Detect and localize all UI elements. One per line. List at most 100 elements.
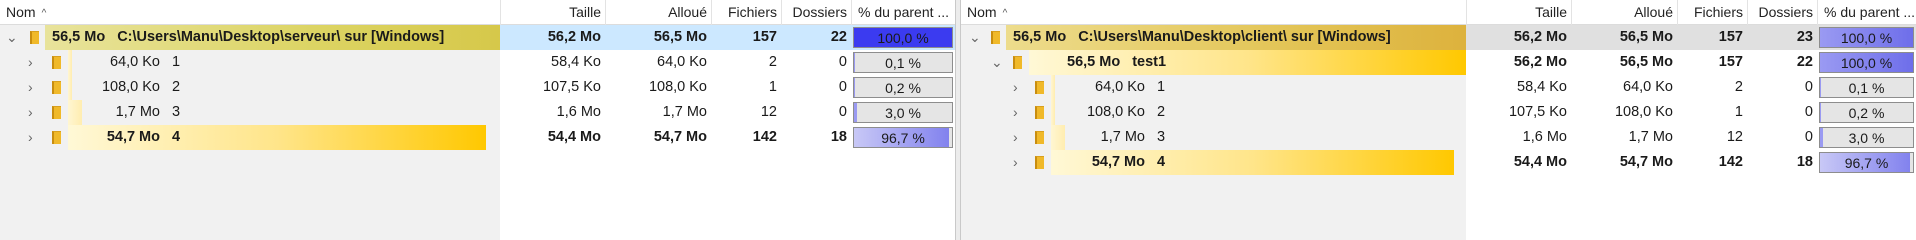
folder-icon <box>1035 131 1044 144</box>
pct-bar-fill <box>854 103 857 122</box>
tree-row-label: 54,7 Mo 4 <box>106 129 181 145</box>
cell-fichiers: 2 <box>768 54 777 70</box>
folder-icon <box>52 131 61 144</box>
pct-bar: 3,0 % <box>1819 127 1914 148</box>
pct-bar: 0,1 % <box>1819 77 1914 98</box>
column-alloue-header[interactable]: Alloué <box>605 0 711 25</box>
cell-taille: 56,2 Mo <box>547 29 601 45</box>
tree-row-root[interactable]: ⌄ 56,5 Mo C:\Users\Manu\Desktop\client\ s… <box>961 25 1916 50</box>
cell-fichiers: 157 <box>1718 29 1743 45</box>
cell-fichiers: 142 <box>1718 154 1743 170</box>
cell-dossiers: 22 <box>830 29 847 45</box>
cell-alloue: 1,7 Mo <box>1628 129 1673 145</box>
pct-bar-label: 96,7 % <box>1844 155 1889 171</box>
tree-row-label: 64,0 Ko 1 <box>1095 79 1166 95</box>
column-fichiers-header[interactable]: Fichiers <box>1677 0 1747 25</box>
tree-row-label: 56,5 Mo test1 <box>1067 54 1167 70</box>
chevron-right-icon[interactable]: › <box>1013 100 1018 125</box>
tree-row-label: 64,0 Ko 1 <box>110 54 181 70</box>
folder-icon <box>1035 81 1044 94</box>
pct-bar: 100,0 % <box>853 27 953 48</box>
cell-alloue: 56,5 Mo <box>1619 54 1673 70</box>
column-dossiers-header[interactable]: Dossiers <box>781 0 851 25</box>
tree-row-label: 108,0 Ko 2 <box>1086 104 1166 120</box>
column-fichiers-header[interactable]: Fichiers <box>711 0 781 25</box>
tree-row[interactable]: › 108,0 Ko 2 107,5 Ko 108,0 Ko 1 0 0,2 % <box>0 75 955 100</box>
pct-bar-fill <box>854 53 855 72</box>
pct-bar-fill <box>1820 78 1821 97</box>
left-tree-pane: Nom ^ Taille Alloué Fichiers Dossiers % d… <box>0 0 955 240</box>
chevron-right-icon[interactable]: › <box>28 100 33 125</box>
chevron-down-icon[interactable]: ⌄ <box>969 25 981 50</box>
tree-row-label: 108,0 Ko 2 <box>101 79 181 95</box>
column-taille-header[interactable]: Taille <box>1466 0 1571 25</box>
column-name-header[interactable]: Nom ^ <box>961 0 1466 25</box>
column-dossiers-header[interactable]: Dossiers <box>1747 0 1817 25</box>
tree-row[interactable]: › 1,7 Mo 3 1,6 Mo 1,7 Mo 12 0 3,0 % <box>0 100 955 125</box>
chevron-right-icon[interactable]: › <box>1013 125 1018 150</box>
cell-fichiers: 1 <box>1734 104 1743 120</box>
tree-row[interactable]: › 1,7 Mo 3 1,6 Mo 1,7 Mo 12 0 3,0 % <box>961 125 1916 150</box>
pct-bar-fill <box>854 78 855 97</box>
cell-dossiers: 18 <box>1796 154 1813 170</box>
cell-fichiers: 142 <box>752 129 777 145</box>
cell-alloue: 108,0 Ko <box>648 79 707 95</box>
folder-icon <box>52 106 61 119</box>
pct-bar: 96,7 % <box>853 127 953 148</box>
column-header: Nom ^ Taille Alloué Fichiers Dossiers % d… <box>0 0 955 25</box>
cell-alloue: 108,0 Ko <box>1614 104 1673 120</box>
column-alloue-header[interactable]: Alloué <box>1571 0 1677 25</box>
tree-row[interactable]: › 54,7 Mo 4 54,4 Mo 54,7 Mo 142 18 96,7 % <box>961 150 1916 175</box>
cell-fichiers: 1 <box>768 79 777 95</box>
tree-row-label: 56,5 Mo C:\Users\Manu\Desktop\serveur\ su… <box>52 29 445 45</box>
column-pct-header[interactable]: % du parent ... <box>851 0 955 25</box>
cell-dossiers: 0 <box>838 54 847 70</box>
cell-taille: 54,4 Mo <box>1513 154 1567 170</box>
pct-bar-label: 0,2 % <box>1848 105 1885 121</box>
sort-asc-icon: ^ <box>1002 8 1008 19</box>
cell-alloue: 1,7 Mo <box>662 104 707 120</box>
folder-icon <box>30 31 39 44</box>
chevron-right-icon[interactable]: › <box>28 50 33 75</box>
tree-row-root[interactable]: ⌄ 56,5 Mo C:\Users\Manu\Desktop\serveur\ … <box>0 25 955 50</box>
column-pct-header[interactable]: % du parent ... <box>1817 0 1916 25</box>
tree-row[interactable]: › 108,0 Ko 2 107,5 Ko 108,0 Ko 1 0 0,2 % <box>961 100 1916 125</box>
pct-bar-label: 0,1 % <box>885 55 921 71</box>
cell-taille: 1,6 Mo <box>556 104 601 120</box>
chevron-right-icon[interactable]: › <box>28 75 33 100</box>
chevron-right-icon[interactable]: › <box>28 125 33 150</box>
pct-bar-label: 100,0 % <box>1840 55 1893 71</box>
cell-dossiers: 0 <box>838 79 847 95</box>
cell-dossiers: 0 <box>1804 129 1813 145</box>
cell-dossiers: 23 <box>1796 29 1813 45</box>
chevron-down-icon[interactable]: ⌄ <box>991 50 1003 75</box>
chevron-right-icon[interactable]: › <box>1013 150 1018 175</box>
cell-fichiers: 157 <box>1718 54 1743 70</box>
cell-alloue: 64,0 Ko <box>657 54 707 70</box>
cell-taille: 56,2 Mo <box>1513 29 1567 45</box>
pct-bar-label: 0,2 % <box>885 80 921 96</box>
pct-bar-label: 3,0 % <box>1848 130 1885 146</box>
cell-dossiers: 0 <box>1804 104 1813 120</box>
chevron-down-icon[interactable]: ⌄ <box>6 25 18 50</box>
cell-alloue: 54,7 Mo <box>1619 154 1673 170</box>
cell-alloue: 56,5 Mo <box>1619 29 1673 45</box>
tree-row[interactable]: › 54,7 Mo 4 54,4 Mo 54,7 Mo 142 18 96,7 % <box>0 125 955 150</box>
cell-taille: 1,6 Mo <box>1522 129 1567 145</box>
column-taille-header[interactable]: Taille <box>500 0 605 25</box>
chevron-right-icon[interactable]: › <box>1013 75 1018 100</box>
pct-bar-label: 96,7 % <box>881 130 925 146</box>
tree-row-test1[interactable]: ⌄ 56,5 Mo test1 56,2 Mo 56,5 Mo 157 22 10… <box>961 50 1916 75</box>
cell-alloue: 54,7 Mo <box>653 129 707 145</box>
tree-row[interactable]: › 64,0 Ko 1 58,4 Ko 64,0 Ko 2 0 0,1 % <box>0 50 955 75</box>
pct-bar-fill <box>1820 128 1823 147</box>
column-name-header[interactable]: Nom ^ <box>0 0 500 25</box>
tree-row[interactable]: › 64,0 Ko 1 58,4 Ko 64,0 Ko 2 0 0,1 % <box>961 75 1916 100</box>
pct-bar: 96,7 % <box>1819 152 1914 173</box>
pct-bar-label: 100,0 % <box>1840 30 1893 46</box>
cell-fichiers: 157 <box>752 29 777 45</box>
cell-fichiers: 12 <box>760 104 777 120</box>
folder-icon <box>991 31 1000 44</box>
pct-bar: 0,1 % <box>853 52 953 73</box>
cell-taille: 107,5 Ko <box>1508 104 1567 120</box>
